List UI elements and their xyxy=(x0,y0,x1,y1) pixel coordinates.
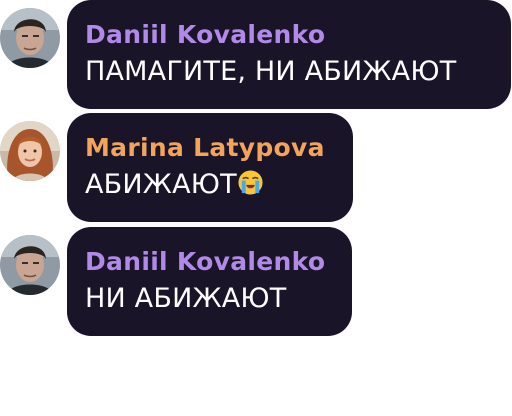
message-bubble: Daniil Kovalenko НИ АБИЖАЮТ xyxy=(67,227,352,336)
message-bubble: Marina Latypova АБИЖАЮТ xyxy=(67,113,353,222)
message-text: НИ АБИЖАЮТ xyxy=(85,283,287,314)
message-text-content: АБИЖАЮТ xyxy=(85,169,237,200)
message-text: ПАМАГИТЕ, НИ АБИЖАЮТ xyxy=(85,56,457,87)
message-author[interactable]: Marina Latypova xyxy=(85,131,353,165)
message-author[interactable]: Daniil Kovalenko xyxy=(85,18,511,52)
avatar[interactable] xyxy=(0,8,60,68)
message-author[interactable]: Daniil Kovalenko xyxy=(85,245,352,279)
avatar[interactable] xyxy=(0,235,60,295)
chat-message-list: Daniil Kovalenko ПАМАГИТЕ, НИ АБИЖАЮТ Ma… xyxy=(0,0,512,416)
message-bubble: Daniil Kovalenko ПАМАГИТЕ, НИ АБИЖАЮТ xyxy=(67,0,511,109)
loudly-crying-face-icon xyxy=(237,168,264,195)
avatar[interactable] xyxy=(0,121,60,181)
message-text: АБИЖАЮТ xyxy=(85,165,353,205)
